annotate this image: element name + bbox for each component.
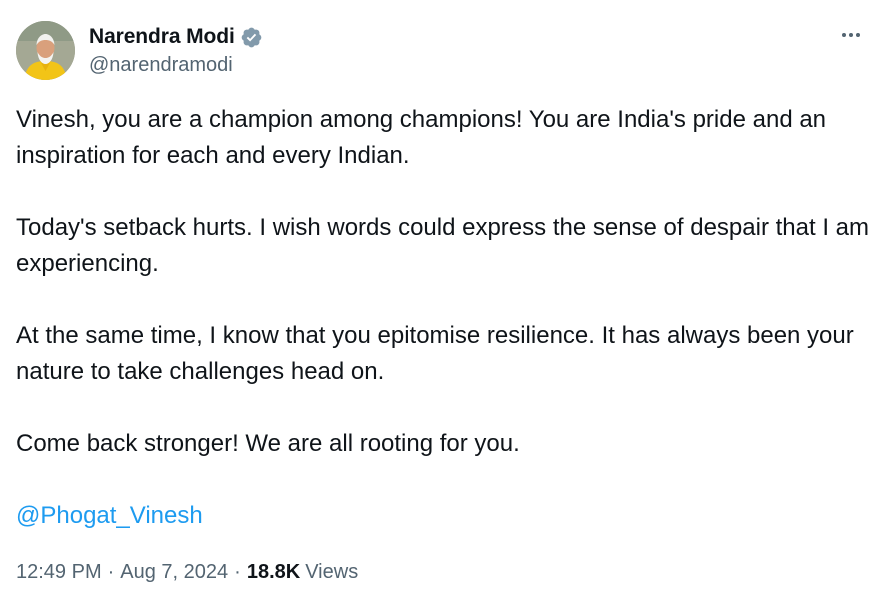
more-horizontal-icon-dot	[849, 33, 853, 37]
mention-link[interactable]: @Phogat_Vinesh	[16, 502, 203, 529]
more-horizontal-icon-dot	[842, 33, 846, 37]
author-handle[interactable]: @narendramodi	[89, 54, 233, 77]
verified-badge-icon[interactable]	[240, 26, 263, 49]
tweet-time[interactable]: 12:49 PM	[16, 561, 102, 584]
tweet-paragraph: Today's setback hurts. I wish words coul…	[16, 214, 869, 277]
tweet-date[interactable]: Aug 7, 2024	[120, 561, 228, 584]
more-horizontal-icon-dot	[856, 33, 860, 37]
tweet-card: Narendra Modi @narendramodi Vinesh, you …	[0, 0, 885, 593]
tweet-paragraph: Come back stronger! We are all rooting f…	[16, 430, 520, 457]
views-count[interactable]: 18.8K	[247, 561, 300, 584]
tweet-text: Vinesh, you are a champion among champio…	[16, 102, 876, 570]
separator-dot: ·	[234, 561, 241, 583]
tweet-mention-paragraph: @Phogat_Vinesh	[16, 498, 876, 534]
tweet-paragraph: Vinesh, you are a champion among champio…	[16, 106, 827, 169]
views-label: Views	[305, 561, 359, 583]
more-options-button[interactable]	[834, 22, 868, 48]
avatar[interactable]	[16, 21, 75, 80]
author-name-row[interactable]: Narendra Modi	[89, 24, 263, 50]
tweet-paragraph: At the same time, I know that you epitom…	[16, 322, 854, 385]
tweet-metadata: 12:49 PM · Aug 7, 2024 · 18.8K Views	[16, 561, 358, 584]
avatar-image	[16, 21, 75, 80]
author-display-name[interactable]: Narendra Modi	[89, 25, 235, 49]
separator-dot: ·	[107, 561, 115, 583]
